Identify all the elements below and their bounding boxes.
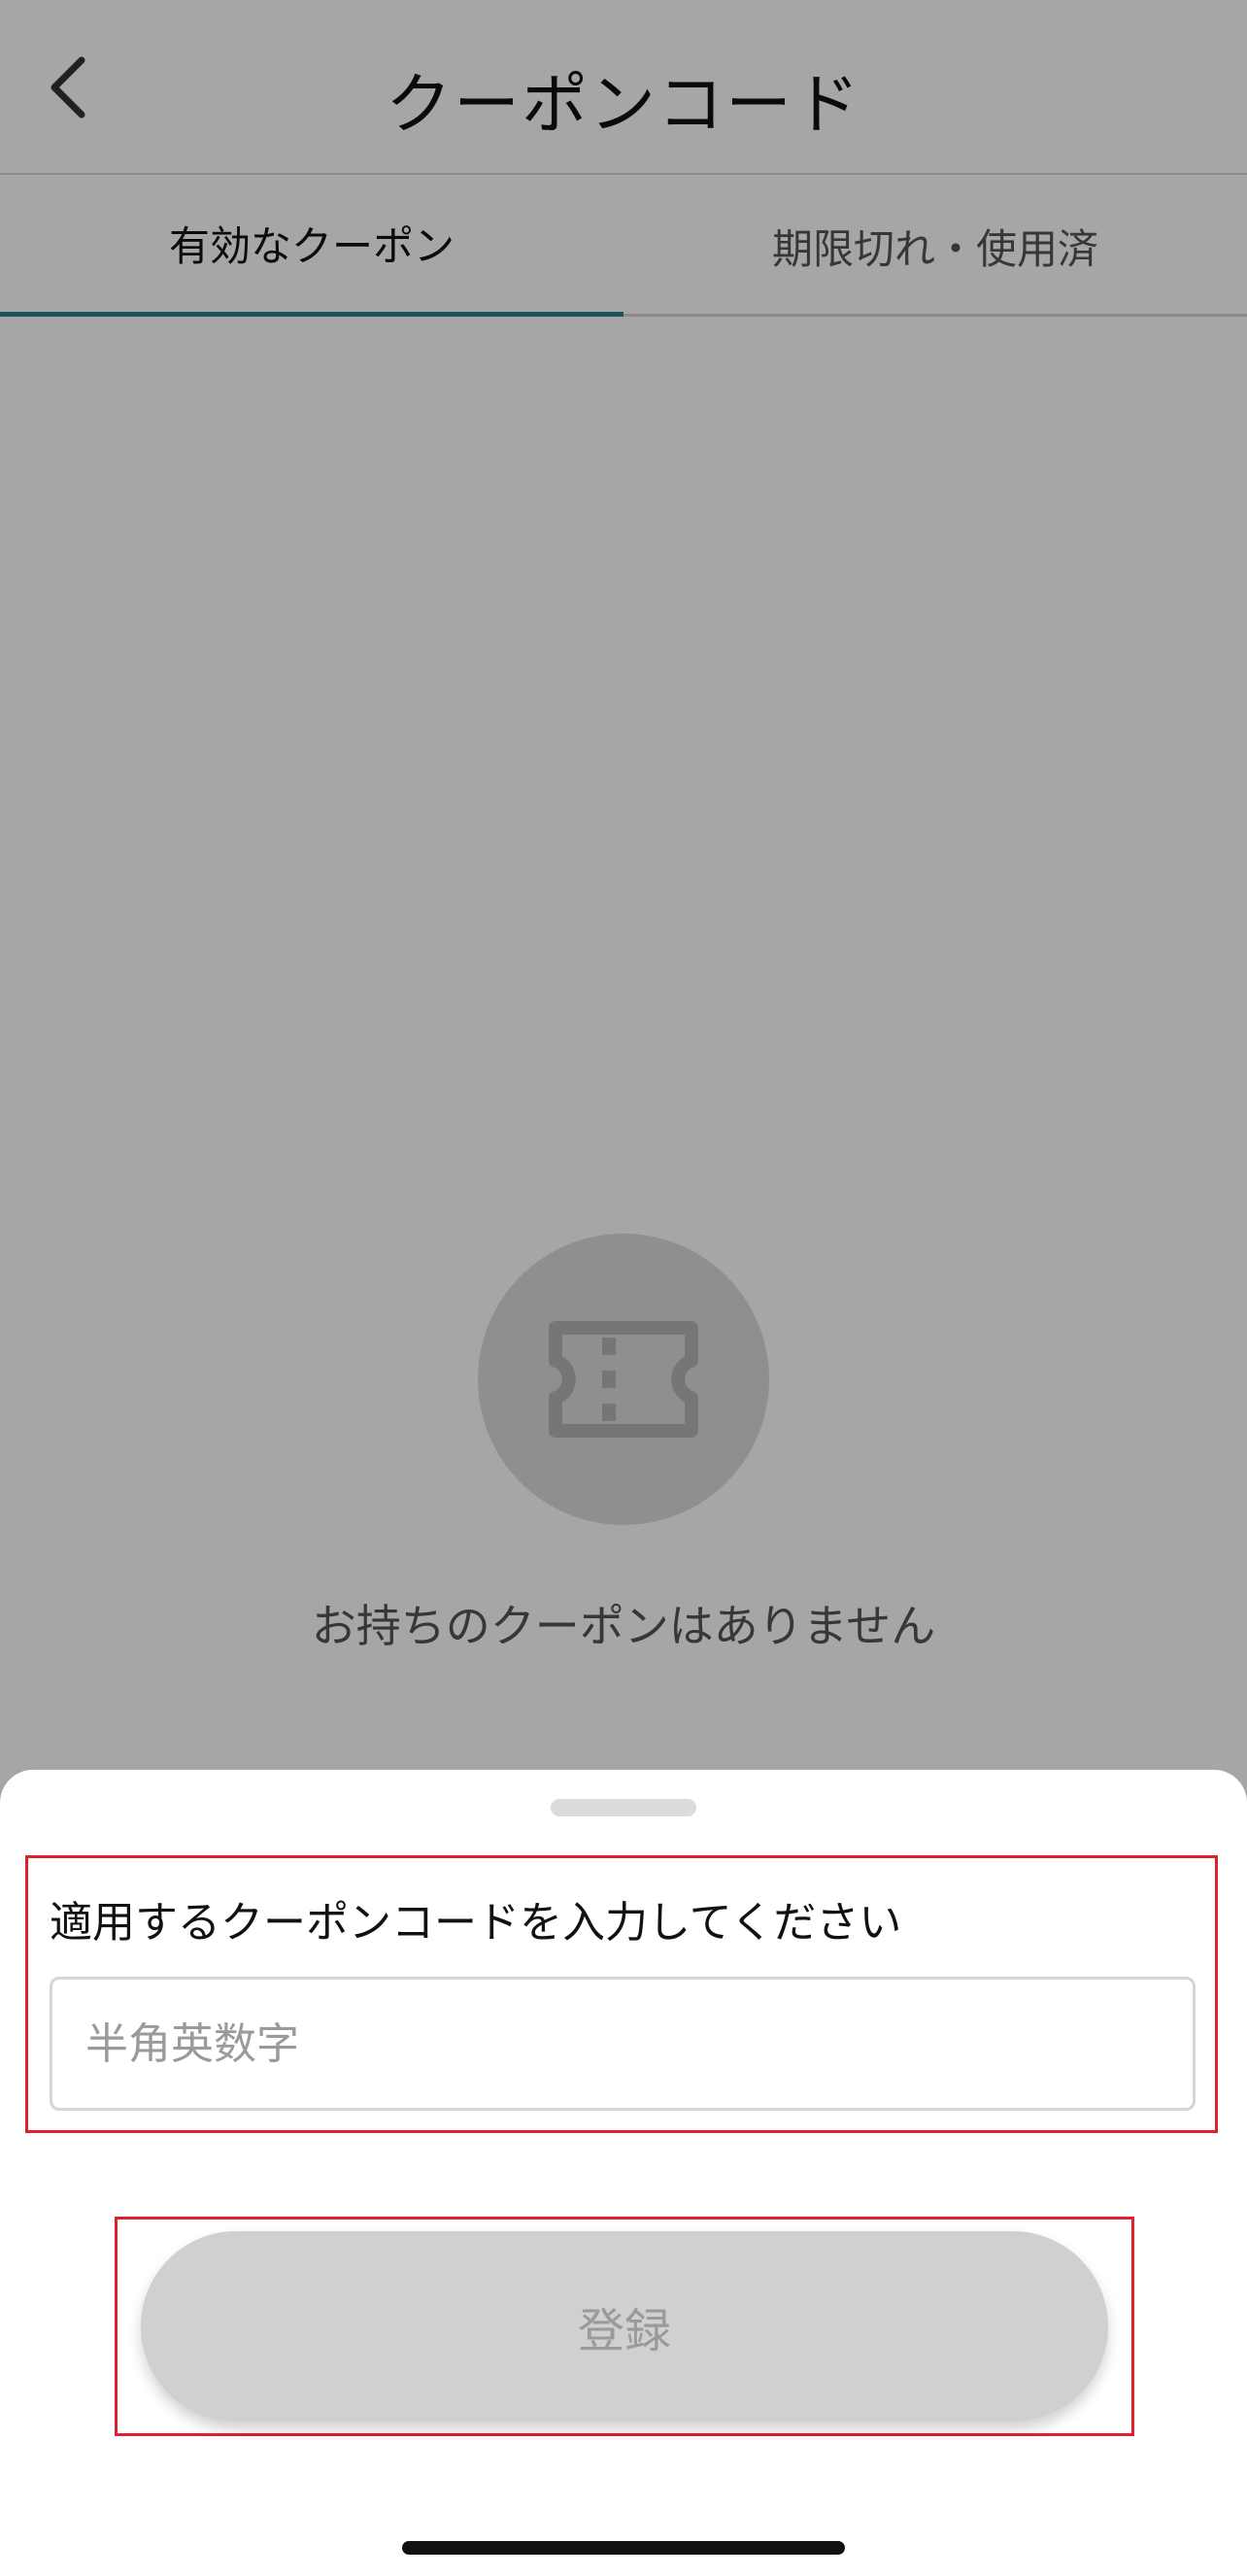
coupon-code-screen: クーポンコード 有効なクーポン 期限切れ・使用済 お持ちのクーポンはありません … — [0, 0, 1247, 2576]
register-button[interactable]: 登録 — [141, 2231, 1108, 2422]
coupon-input-group: 適用するクーポンコードを入力してください — [25, 1855, 1218, 2133]
submit-button-wrap: 登録 — [115, 2217, 1134, 2436]
coupon-input-sheet: 適用するクーポンコードを入力してください 登録 — [0, 1770, 1247, 2576]
sheet-grabber[interactable] — [551, 1799, 696, 1816]
coupon-code-input[interactable] — [50, 1977, 1196, 2111]
home-indicator — [402, 2541, 845, 2555]
coupon-input-label: 適用するクーポンコードを入力してください — [50, 1898, 902, 1948]
